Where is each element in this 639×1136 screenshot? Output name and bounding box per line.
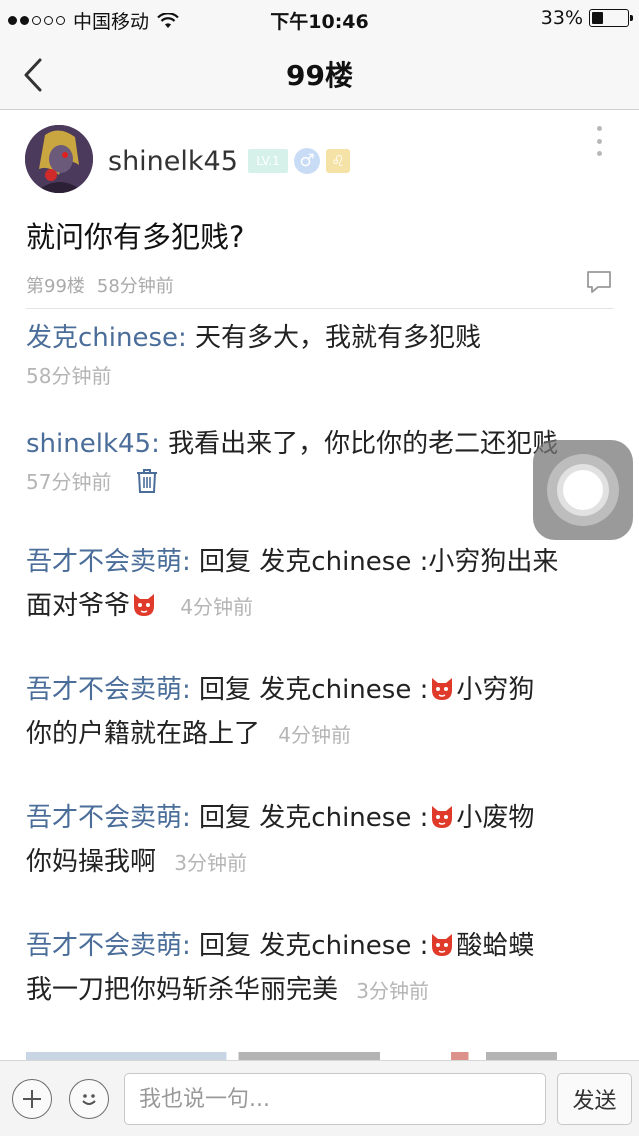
reply-body: 吾才不会卖萌: 回复 发克chinese : 酸蛤蟆 — [26, 924, 616, 968]
reply-body-continued: 面对爷爷 4分钟前 — [26, 584, 616, 629]
reply-body-continued: 你的户籍就在路上了 4分钟前 — [26, 712, 616, 757]
reply-text-line2: 我一刀把你妈斩杀华丽完美 — [26, 975, 339, 1005]
fox-face-emoji — [428, 800, 456, 828]
reply-item[interactable]: 吾才不会卖萌: 回复 发克chinese : 小废物 你妈操我啊 3分钟前 — [26, 796, 616, 885]
reply-time: 4分钟前 — [278, 723, 352, 747]
add-button[interactable] — [12, 1079, 52, 1119]
post-username[interactable]: shinelk45 — [108, 146, 238, 177]
reply-text: 天有多大，我就有多犯贱 — [186, 323, 482, 353]
battery-icon — [589, 9, 633, 27]
reply-time: 4分钟前 — [180, 595, 254, 619]
reply-body: 吾才不会卖萌: 回复 发克chinese : 小废物 — [26, 796, 616, 840]
send-button[interactable]: 发送 — [557, 1073, 632, 1125]
reply-author[interactable]: 吾才不会卖萌: — [26, 675, 191, 705]
reply-time: 58分钟前 — [26, 364, 112, 388]
emoji-button[interactable] — [69, 1079, 109, 1119]
reply-text-after-emoji: 小穷狗 — [456, 675, 535, 705]
reply-body-continued: 我一刀把你妈斩杀华丽完美 3分钟前 — [26, 968, 616, 1013]
reply-time: 3分钟前 — [174, 851, 248, 875]
reply-body: 吾才不会卖萌: 回复 发克chinese :小穷狗出来 — [26, 540, 616, 584]
reply-input[interactable] — [124, 1073, 546, 1125]
reply-item[interactable]: shinelk45: 我看出来了，你比你的老二还犯贱 57分钟前 — [26, 422, 616, 499]
reply-time: 3分钟前 — [356, 979, 430, 1003]
reply-body: shinelk45: 我看出来了，你比你的老二还犯贱 — [26, 422, 616, 466]
battery-percent: 33% — [540, 7, 583, 29]
reply-item[interactable]: 吾才不会卖萌: 回复 发克chinese : 小穷狗 你的户籍就在路上了 4分钟前 — [26, 668, 616, 757]
reply-text: 回复 发克chinese : — [190, 931, 429, 961]
nav-bar: 99楼 — [0, 40, 639, 110]
trash-icon[interactable] — [136, 468, 158, 499]
male-icon: ♂ — [294, 148, 320, 174]
reply-item[interactable]: 吾才不会卖萌: 回复 发克chinese :小穷狗出来 面对爷爷 4分钟前 — [26, 540, 616, 629]
reply-item[interactable]: 吾才不会卖萌: 回复 发克chinese : 酸蛤蟆 我一刀把你妈斩杀华丽完美 3… — [26, 924, 616, 1013]
floor-number: 第99楼 — [26, 276, 85, 297]
bottom-input-bar: 发送 — [0, 1060, 639, 1136]
reply-author[interactable]: 吾才不会卖萌: — [26, 931, 191, 961]
reply-author[interactable]: 吾才不会卖萌: — [26, 803, 191, 833]
reply-text: 我看出来了，你比你的老二还犯贱 — [159, 429, 559, 459]
divider — [26, 308, 613, 309]
reply-time: 57分钟前 — [26, 470, 112, 494]
post-time: 58分钟前 — [96, 276, 174, 297]
comment-icon[interactable] — [586, 270, 612, 298]
reply-author[interactable]: 吾才不会卖萌: — [26, 547, 191, 577]
more-options-button[interactable] — [589, 126, 609, 156]
avatar[interactable] — [25, 125, 93, 193]
dot-icon — [596, 138, 602, 144]
smiley-icon — [82, 1094, 96, 1105]
reply-text-line2: 你妈操我啊 — [26, 847, 157, 877]
reply-text: 回复 发克chinese : — [190, 803, 429, 833]
status-right: 33% — [540, 7, 633, 29]
reply-item[interactable]: 发克chinese: 天有多大，我就有多犯贱 58分钟前 — [26, 316, 616, 389]
post-meta: 第99楼 58分钟前 — [26, 272, 174, 298]
fox-face-emoji — [130, 588, 158, 616]
leo-zodiac-icon: ♌ — [326, 149, 350, 173]
fox-face-emoji — [428, 672, 456, 700]
status-bar: 中国移动 下午10:46 33% — [0, 0, 639, 40]
reply-body: 发克chinese: 天有多大，我就有多犯贱 — [26, 316, 616, 360]
reply-text-line2: 你的户籍就在路上了 — [26, 719, 261, 749]
post-text: 就问你有多犯贱? — [26, 220, 245, 254]
reply-text: 回复 发克chinese :小穷狗出来 — [190, 547, 559, 577]
dot-icon — [596, 126, 602, 131]
reply-author[interactable]: shinelk45: — [26, 429, 160, 459]
reply-time-row: 57分钟前 — [26, 466, 616, 499]
page-title: 99楼 — [286, 59, 353, 92]
reply-body-continued: 你妈操我啊 3分钟前 — [26, 840, 616, 885]
partially-hidden-reply — [26, 1052, 616, 1060]
reply-text: 回复 发克chinese : — [190, 675, 429, 705]
reply-text-after-emoji: 小废物 — [456, 803, 535, 833]
reply-text-after-emoji: 酸蛤蟆 — [456, 931, 535, 961]
assistive-touch-button[interactable] — [533, 440, 633, 540]
user-badges: LV.1 ♂ ♌ — [248, 148, 350, 174]
reply-body: 吾才不会卖萌: 回复 发克chinese : 小穷狗 — [26, 668, 616, 712]
dot-icon — [596, 151, 602, 156]
fox-face-emoji — [428, 928, 456, 956]
reply-author[interactable]: 发克chinese: — [26, 323, 187, 353]
avatar-image — [25, 125, 93, 193]
reply-text-line2: 面对爷爷 — [26, 591, 131, 621]
level-badge: LV.1 — [248, 149, 288, 173]
plus-icon — [23, 1090, 41, 1108]
